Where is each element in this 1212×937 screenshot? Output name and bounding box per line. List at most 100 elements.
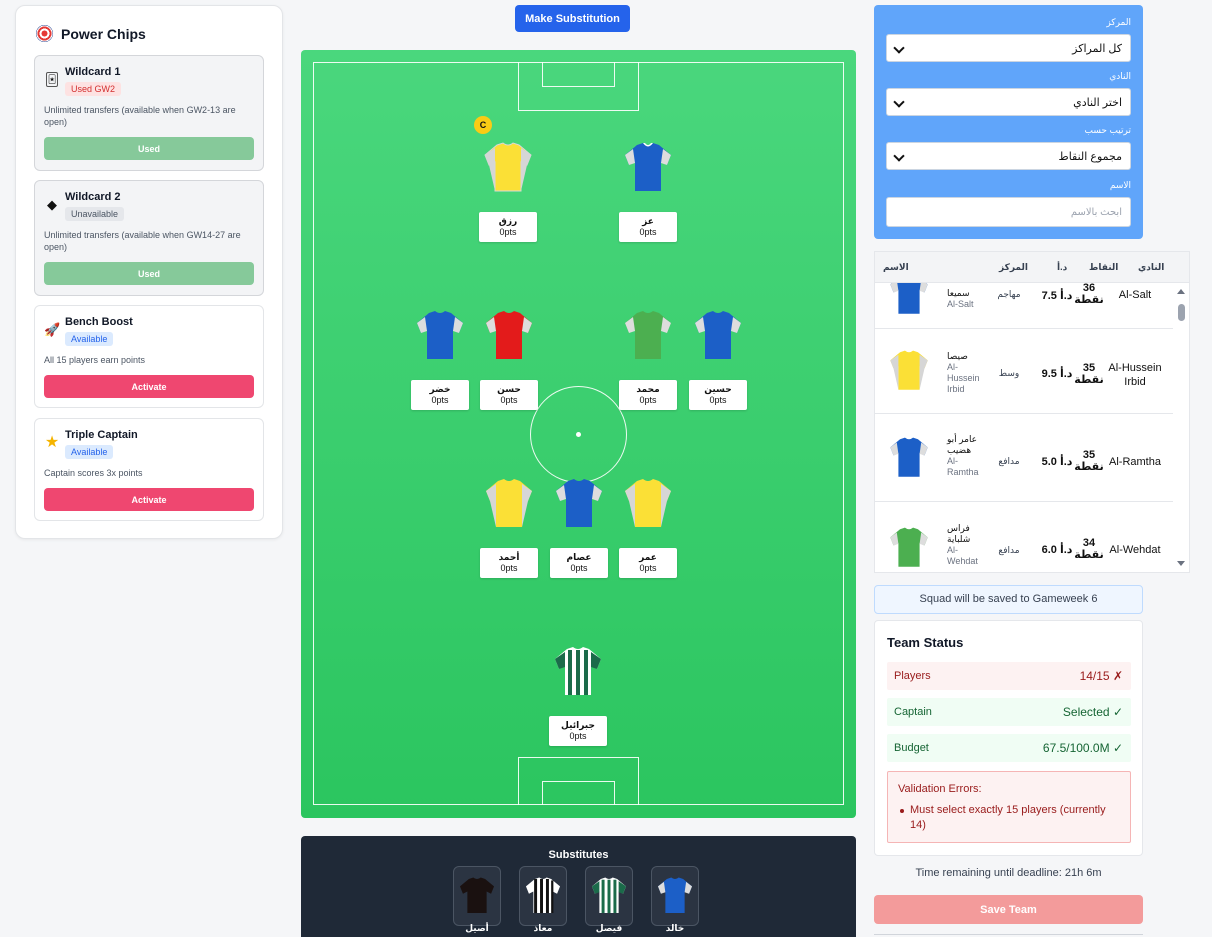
player-points: 0pts	[500, 395, 518, 405]
player-name: خضر	[429, 384, 451, 394]
blue-shirt-icon	[417, 309, 463, 363]
bottom-goal-box	[542, 781, 615, 805]
player-name: حسين	[704, 384, 732, 394]
chip-description: All 15 players earn points	[44, 355, 146, 365]
chevron-down-icon	[893, 42, 905, 54]
bench-boost-activate-button[interactable]: Activate	[44, 375, 254, 398]
position-cell: مهاجم	[997, 289, 1021, 299]
player-card: رزق 0pts	[479, 212, 537, 242]
yellow-shirt-icon	[890, 349, 928, 390]
player-list-scrollbar[interactable]	[1174, 284, 1188, 572]
club-select[interactable]: اختر النادي	[886, 88, 1131, 116]
header-club[interactable]: النادي	[1138, 262, 1164, 273]
name-filter-label: الاسم	[1109, 180, 1131, 190]
validation-error-item: Must select exactly 15 players (currentl…	[910, 804, 1106, 831]
player-card: محمد 0pts	[619, 380, 677, 410]
make-substitution-button[interactable]: Make Substitution	[515, 5, 630, 32]
table-row[interactable]: سميعا Al-Salt مهاجم 7.5 د.أ 36 نقطة Al-Sa…	[875, 283, 1173, 329]
player-card: عمر 0pts	[619, 548, 677, 578]
green-striped-shirt-icon	[555, 645, 601, 695]
position-select-value: كل المراكز	[1072, 42, 1122, 55]
substitute-player[interactable]: أصيل	[453, 866, 501, 933]
player-name: جبرائيل	[561, 720, 595, 730]
player-points: 0pts	[639, 563, 657, 573]
bullet-icon	[900, 809, 904, 813]
team-status-title: Team Status	[887, 635, 964, 650]
black-white-striped-shirt-icon	[523, 876, 563, 914]
deadline-countdown: Time remaining until deadline: 21h 6m	[915, 867, 1102, 879]
scroll-thumb[interactable]	[1178, 304, 1185, 321]
player-name: رزق	[498, 216, 518, 226]
substitute-player[interactable]: فيصل	[585, 866, 633, 933]
status-value: 67.5/100.0M ✓	[1042, 741, 1123, 755]
header-points[interactable]: النقاط	[1089, 262, 1118, 273]
player-name-cell: فراس شلباية Al-Wehdat	[947, 523, 983, 567]
player-points: 0pts	[569, 731, 587, 741]
player-card: عصام 0pts	[550, 548, 608, 578]
player-card: أحمد 0pts	[480, 548, 538, 578]
power-chips-panel: Power Chips 🃏 Wildcard 1 Used GW2 Unlimi…	[15, 5, 283, 539]
chip-name: Triple Captain	[65, 429, 138, 441]
substitute-slot	[651, 866, 699, 926]
player-list-table: الاسم المركز د.أ النقاط النادي سميعا Al-S…	[874, 251, 1190, 573]
table-row[interactable]: عامر أبو هضيب Al-Ramtha مدافع 5.0 د.أ 35 …	[875, 414, 1173, 502]
player-club-sub: Al-Hussein Irbid	[947, 362, 980, 394]
header-name[interactable]: الاسم	[883, 262, 909, 273]
blue-shirt-icon	[625, 143, 671, 195]
club-cell: Al-Ramtha	[1109, 456, 1161, 468]
chip-status-badge: Available	[65, 332, 114, 346]
player-points: 0pts	[709, 395, 727, 405]
table-row[interactable]: صيصا Al-Hussein Irbid وسط 9.5 د.أ 35 نقطة…	[875, 329, 1173, 414]
wildcard-1-used-button[interactable]: Used	[44, 137, 254, 160]
blue-shirt-icon	[890, 283, 928, 317]
chip-wildcard-1: 🃏 Wildcard 1 Used GW2 Unlimited transfer…	[34, 55, 264, 171]
player-name-cell: سميعا Al-Salt	[947, 288, 983, 310]
chip-name: Wildcard 2	[65, 191, 121, 203]
points-cell: 35 نقطة	[1074, 449, 1104, 473]
substitutes-title: Substitutes	[548, 849, 609, 861]
player-name: فراس شلباية	[947, 523, 971, 544]
club-cell: Al-Wehdat	[1109, 544, 1161, 556]
top-goal-box	[542, 62, 615, 87]
sort-select-value: مجموع النقاط	[1058, 150, 1122, 163]
pitch	[301, 50, 856, 818]
header-position[interactable]: المركز	[999, 262, 1028, 273]
scroll-up-icon[interactable]	[1177, 289, 1185, 294]
position-select[interactable]: كل المراكز	[886, 34, 1131, 62]
scroll-down-icon[interactable]	[1177, 561, 1185, 566]
chevron-down-icon	[893, 96, 905, 108]
position-cell: مدافع	[998, 456, 1020, 466]
sort-select[interactable]: مجموع النقاط	[886, 142, 1131, 170]
player-name: حسن	[497, 384, 521, 394]
save-team-button[interactable]: Save Team	[874, 895, 1143, 924]
red-shirt-icon	[486, 309, 532, 363]
player-card: جبرائيل 0pts	[549, 716, 607, 746]
substitute-name: خالد	[665, 923, 685, 933]
table-header: الاسم المركز د.أ النقاط النادي	[875, 252, 1189, 283]
header-price[interactable]: د.أ	[1057, 262, 1067, 273]
player-points: 0pts	[570, 563, 588, 573]
wildcard-2-used-button[interactable]: Used	[44, 262, 254, 285]
player-name: محمد	[636, 384, 660, 394]
triple-captain-activate-button[interactable]: Activate	[44, 488, 254, 511]
player-club-sub: Al-Ramtha	[947, 456, 979, 477]
substitute-player[interactable]: خالد	[651, 866, 699, 933]
table-row[interactable]: فراس شلباية Al-Wehdat مدافع 6.0 د.أ 34 نق…	[875, 502, 1173, 573]
substitute-player[interactable]: معاذ	[519, 866, 567, 933]
player-name: عمر	[639, 552, 657, 562]
club-filter-label: النادي	[1109, 71, 1131, 81]
points-cell: 36 نقطة	[1074, 283, 1104, 306]
power-chips-header: Power Chips	[36, 25, 146, 42]
chip-description: Captain scores 3x points	[44, 468, 143, 478]
substitutes-bench: Substitutes أصيل معاذ فيصل خالد	[301, 836, 856, 937]
name-search-input[interactable]: ابحث بالاسم	[886, 197, 1131, 227]
yellow-shirt-icon	[486, 477, 532, 527]
rocket-icon: 🚀	[44, 322, 61, 337]
player-name-cell: عامر أبو هضيب Al-Ramtha	[947, 434, 983, 478]
substitute-name: أصيل	[465, 923, 489, 933]
captain-badge: C	[474, 116, 492, 134]
yellow-shirt-icon	[481, 141, 535, 195]
chip-status-badge: Unavailable	[65, 207, 125, 221]
player-club-sub: Al-Salt	[947, 299, 974, 309]
blue-shirt-icon	[657, 876, 693, 916]
